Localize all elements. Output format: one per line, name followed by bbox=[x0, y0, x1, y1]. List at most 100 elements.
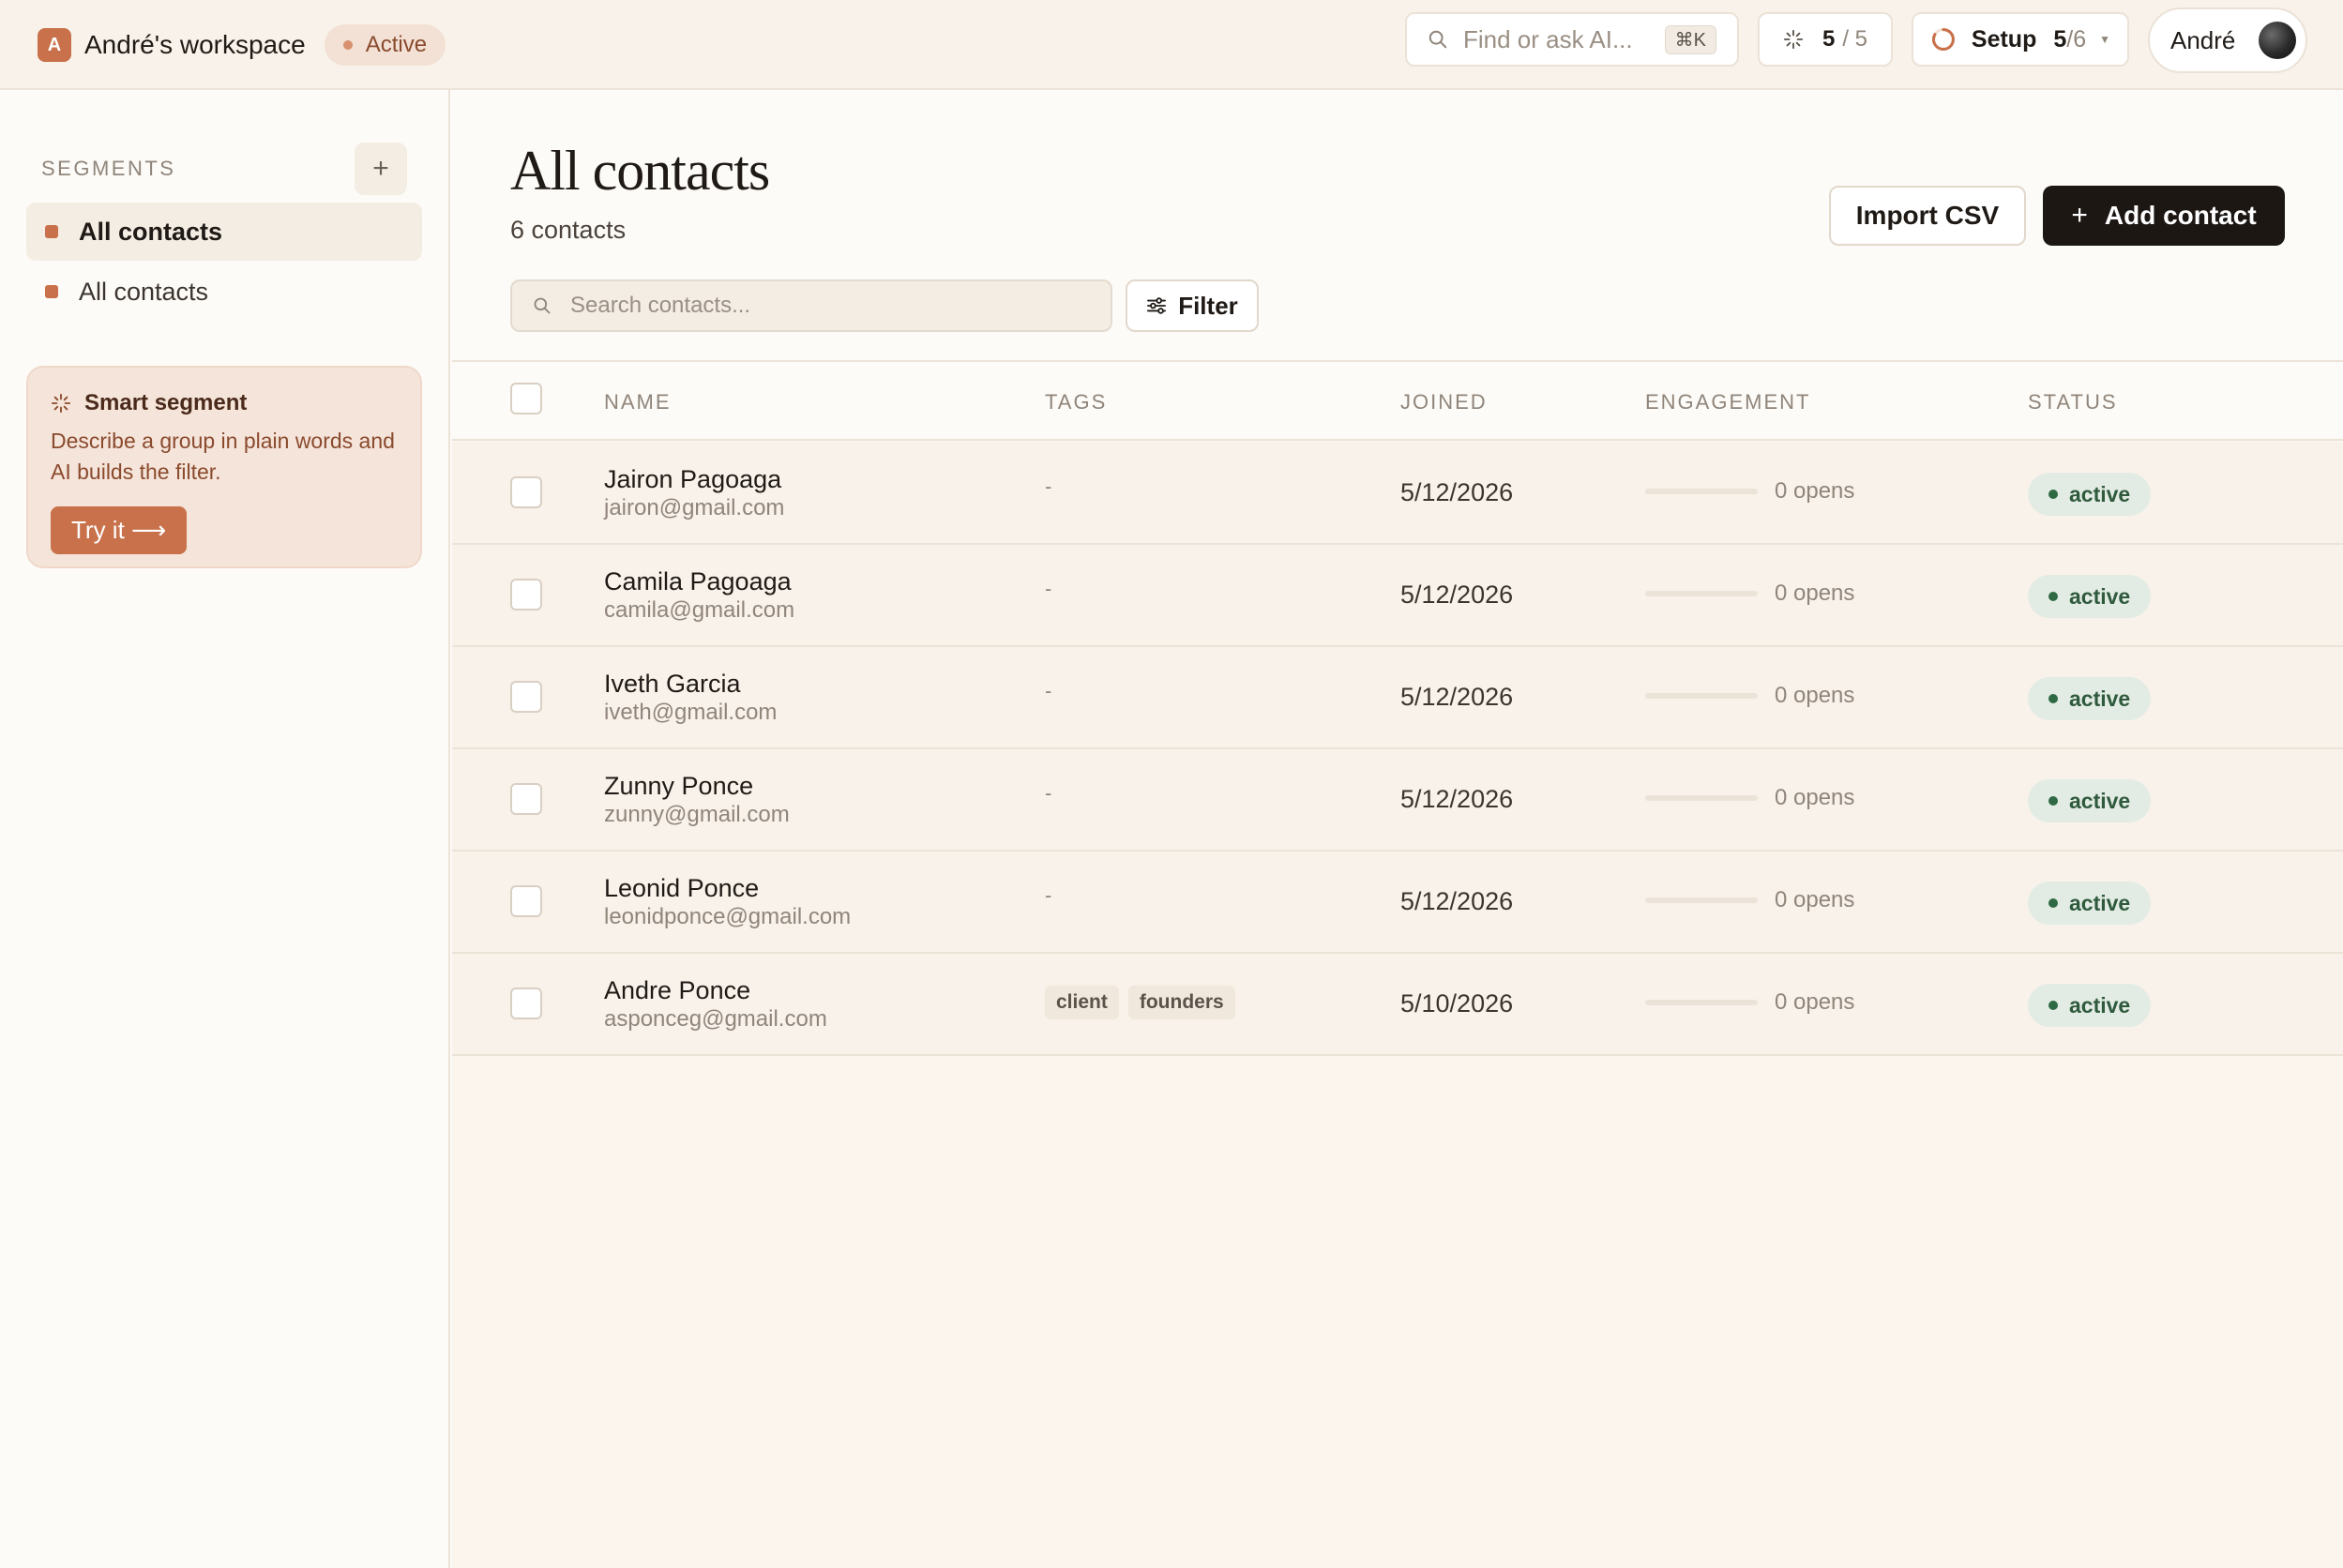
plus-icon: + bbox=[2071, 200, 2088, 231]
shortcut-hint: ⌘K bbox=[1664, 24, 1716, 54]
user-menu[interactable]: André bbox=[2148, 8, 2307, 73]
contact-tags: client founders bbox=[1045, 986, 1245, 1019]
workspace-name[interactable]: André's workspace bbox=[84, 30, 306, 60]
smart-segment-card: Smart segment Describe a group in plain … bbox=[26, 366, 422, 568]
column-joined[interactable]: JOINED bbox=[1400, 390, 1488, 415]
select-all-checkbox[interactable] bbox=[510, 383, 542, 415]
contact-name[interactable]: Andre Ponce bbox=[604, 976, 750, 1005]
setup-progress-button[interactable]: Setup 5/6 ▼ bbox=[1912, 12, 2129, 67]
ai-search-bar[interactable]: Find or ask AI... ⌘K bbox=[1405, 12, 1739, 67]
add-contact-button[interactable]: + Add contact bbox=[2043, 186, 2285, 246]
sidebar-item-all-contacts-2[interactable]: All contacts bbox=[26, 263, 422, 321]
sparkle-icon bbox=[51, 393, 71, 414]
usage-counter[interactable]: 5 / 5 bbox=[1758, 12, 1893, 67]
contact-name[interactable]: Leonid Ponce bbox=[604, 874, 759, 903]
engagement-label: 0 opens bbox=[1775, 989, 1855, 1015]
status-dot bbox=[2048, 694, 2058, 703]
tags-empty: - bbox=[1045, 883, 1052, 907]
add-segment-button[interactable]: + bbox=[355, 143, 407, 195]
tags-empty: - bbox=[1045, 679, 1052, 702]
contact-joined: 5/12/2026 bbox=[1400, 478, 1514, 506]
contact-email: camila@gmail.com bbox=[604, 597, 795, 623]
tag-chip[interactable]: client bbox=[1045, 986, 1119, 1019]
row-checkbox[interactable] bbox=[510, 783, 542, 815]
contact-name[interactable]: Camila Pagoaga bbox=[604, 567, 792, 596]
segment-color-icon bbox=[45, 225, 58, 238]
row-checkbox[interactable] bbox=[510, 476, 542, 508]
engagement-bar bbox=[1645, 591, 1758, 596]
page-header: All contacts 6 contacts Import CSV + Add… bbox=[452, 90, 2343, 362]
row-checkbox[interactable] bbox=[510, 579, 542, 611]
chevron-down-icon: ▼ bbox=[2099, 33, 2110, 46]
sidebar-item-label: All contacts bbox=[79, 277, 209, 306]
status-badge: active bbox=[2028, 575, 2152, 618]
contact-count: 6 contacts bbox=[510, 216, 627, 244]
table-header: NAME TAGS JOINED ENGAGEMENT STATUS bbox=[452, 362, 2343, 441]
status-dot bbox=[2048, 592, 2058, 601]
table-row[interactable]: Andre Ponce asponceg@gmail.com client fou… bbox=[452, 954, 2343, 1056]
smart-segment-title: Smart segment bbox=[84, 390, 248, 415]
status-label: active bbox=[2069, 583, 2131, 609]
workspace-logo: A bbox=[38, 28, 71, 62]
column-name[interactable]: NAME bbox=[604, 390, 672, 415]
ai-search-placeholder: Find or ask AI... bbox=[1463, 24, 1633, 53]
import-csv-button[interactable]: Import CSV bbox=[1829, 186, 2026, 246]
column-status[interactable]: STATUS bbox=[2028, 390, 2118, 415]
search-contacts-placeholder: Search contacts... bbox=[570, 293, 751, 318]
main-content: All contacts 6 contacts Import CSV + Add… bbox=[452, 90, 2343, 1568]
workspace-switcher[interactable]: A André's workspace Active bbox=[38, 24, 446, 66]
user-name: André bbox=[2170, 25, 2236, 54]
search-contacts-input[interactable]: Search contacts... bbox=[510, 279, 1112, 332]
status-label: active bbox=[2069, 890, 2131, 915]
engagement-label: 0 opens bbox=[1775, 887, 1855, 912]
contact-tags: - bbox=[1045, 475, 1051, 499]
engagement-bar bbox=[1645, 1000, 1758, 1005]
tags-empty: - bbox=[1045, 577, 1052, 600]
row-checkbox[interactable] bbox=[510, 681, 542, 713]
filter-button[interactable]: Filter bbox=[1126, 279, 1259, 332]
segments-header: SEGMENTS + bbox=[41, 143, 407, 195]
try-it-button[interactable]: Try it ⟶ bbox=[51, 506, 188, 554]
table-row[interactable]: Zunny Ponce zunny@gmail.com - 5/12/2026 … bbox=[452, 749, 2343, 852]
row-checkbox[interactable] bbox=[510, 988, 542, 1019]
contact-joined: 5/12/2026 bbox=[1400, 683, 1514, 711]
setup-label: Setup bbox=[1971, 25, 2037, 53]
contact-engagement: 0 opens bbox=[1645, 989, 1854, 1016]
contact-joined: 5/12/2026 bbox=[1400, 887, 1514, 915]
engagement-bar bbox=[1645, 489, 1758, 494]
tags-empty: - bbox=[1045, 475, 1052, 498]
contact-tags: - bbox=[1045, 781, 1051, 806]
contact-name[interactable]: Zunny Ponce bbox=[604, 772, 753, 801]
row-checkbox[interactable] bbox=[510, 885, 542, 917]
contact-joined: 5/12/2026 bbox=[1400, 785, 1514, 813]
contact-engagement: 0 opens bbox=[1645, 478, 1854, 505]
status-badge: active bbox=[2028, 779, 2152, 822]
status-dot bbox=[2048, 796, 2058, 806]
contact-engagement: 0 opens bbox=[1645, 580, 1854, 607]
contact-email: zunny@gmail.com bbox=[604, 802, 790, 827]
table-row[interactable]: Iveth Garcia iveth@gmail.com - 5/12/2026… bbox=[452, 647, 2343, 749]
setup-total: /6 bbox=[2066, 25, 2087, 53]
table-row[interactable]: Leonid Ponce leonidponce@gmail.com - 5/1… bbox=[452, 852, 2343, 954]
contact-email: iveth@gmail.com bbox=[604, 700, 778, 725]
status-label: active bbox=[2069, 481, 2131, 506]
tag-chip[interactable]: founders bbox=[1127, 986, 1235, 1019]
contact-email: asponceg@gmail.com bbox=[604, 1006, 827, 1032]
search-icon bbox=[1428, 30, 1447, 49]
table-row[interactable]: Jairon Pagoaga jairon@gmail.com - 5/12/2… bbox=[452, 443, 2343, 545]
status-badge: active bbox=[2028, 473, 2152, 516]
engagement-label: 0 opens bbox=[1775, 580, 1855, 606]
contact-name[interactable]: Jairon Pagoaga bbox=[604, 465, 781, 494]
sparkle-icon bbox=[1783, 29, 1804, 50]
contact-name[interactable]: Iveth Garcia bbox=[604, 670, 741, 699]
table-row[interactable]: Camila Pagoaga camila@gmail.com - 5/12/2… bbox=[452, 545, 2343, 647]
status-dot bbox=[2048, 898, 2058, 908]
sidebar-item-all-contacts[interactable]: All contacts bbox=[26, 203, 422, 261]
contact-engagement: 0 opens bbox=[1645, 785, 1854, 811]
tags-empty: - bbox=[1045, 781, 1052, 805]
status-dot bbox=[2048, 1001, 2058, 1010]
filter-label: Filter bbox=[1178, 291, 1238, 320]
column-tags[interactable]: TAGS bbox=[1045, 390, 1107, 415]
contact-tags: - bbox=[1045, 883, 1051, 908]
column-engagement[interactable]: ENGAGEMENT bbox=[1645, 390, 1810, 415]
